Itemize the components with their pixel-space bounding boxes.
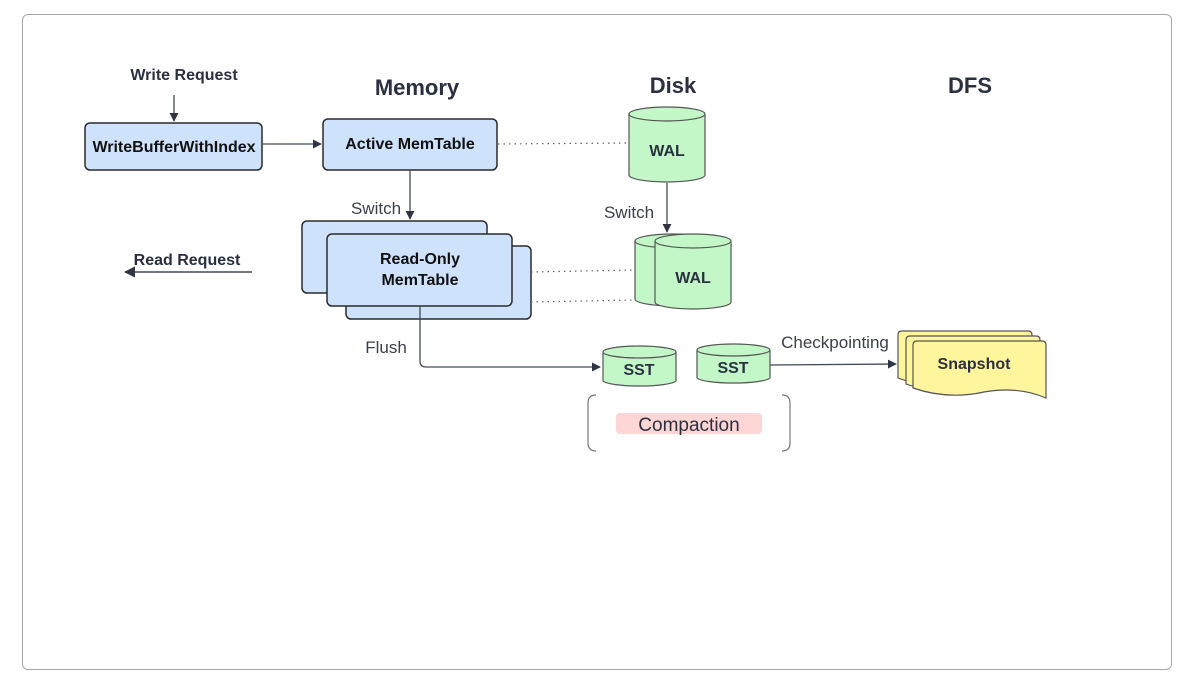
readonly-memtable-label-2: MemTable xyxy=(381,272,458,289)
header-disk: Disk xyxy=(650,73,697,98)
snapshot-stack[interactable]: Snapshot xyxy=(897,330,1047,399)
header-memory: Memory xyxy=(375,75,460,100)
readonly-memtable-stack[interactable]: Read-Only MemTable xyxy=(301,220,532,320)
header-dfs: DFS xyxy=(948,73,992,98)
readonly-memtable-front xyxy=(326,233,513,307)
checkpointing-arrow xyxy=(769,359,897,369)
sst-1-cylinder[interactable]: SST xyxy=(602,345,677,387)
readonly-memtable-label-1: Read-Only xyxy=(380,251,460,268)
memtable-wal-link xyxy=(497,142,630,145)
read-request-label: Read Request xyxy=(134,252,241,269)
wal-switched-label: WAL xyxy=(675,270,711,287)
snapshot-label: Snapshot xyxy=(938,356,1012,373)
write-buffer-node[interactable]: WriteBufferWithIndex xyxy=(84,122,263,171)
wal-active-label: WAL xyxy=(649,143,685,160)
wal-switched-cylinders[interactable]: WAL xyxy=(634,233,732,310)
compaction-label: Compaction xyxy=(638,415,739,436)
wal-switch-label: Switch xyxy=(604,203,654,222)
readonly-wal-link-1 xyxy=(530,269,636,273)
compaction-bracket-right xyxy=(781,394,791,452)
sst-2-cylinder[interactable]: SST xyxy=(696,343,771,384)
write-request-label: Write Request xyxy=(130,67,238,84)
memtable-switch-label: Switch xyxy=(351,199,401,218)
readonly-wal-link-2 xyxy=(530,299,636,303)
architecture-diagram: Memory Disk DFS Write Request WriteBuffe… xyxy=(84,67,1047,452)
write-buffer-label: WriteBufferWithIndex xyxy=(92,139,255,156)
active-memtable-node[interactable]: Active MemTable xyxy=(322,118,498,171)
wal-active-cylinder[interactable]: WAL xyxy=(628,106,706,183)
compaction-bracket-left xyxy=(587,394,597,452)
sst-1-label: SST xyxy=(623,362,654,379)
sst-2-label: SST xyxy=(717,360,748,377)
checkpointing-label: Checkpointing xyxy=(781,333,889,352)
compaction-group[interactable]: Compaction xyxy=(587,394,791,452)
active-memtable-label: Active MemTable xyxy=(345,136,475,153)
flush-label: Flush xyxy=(365,338,407,357)
